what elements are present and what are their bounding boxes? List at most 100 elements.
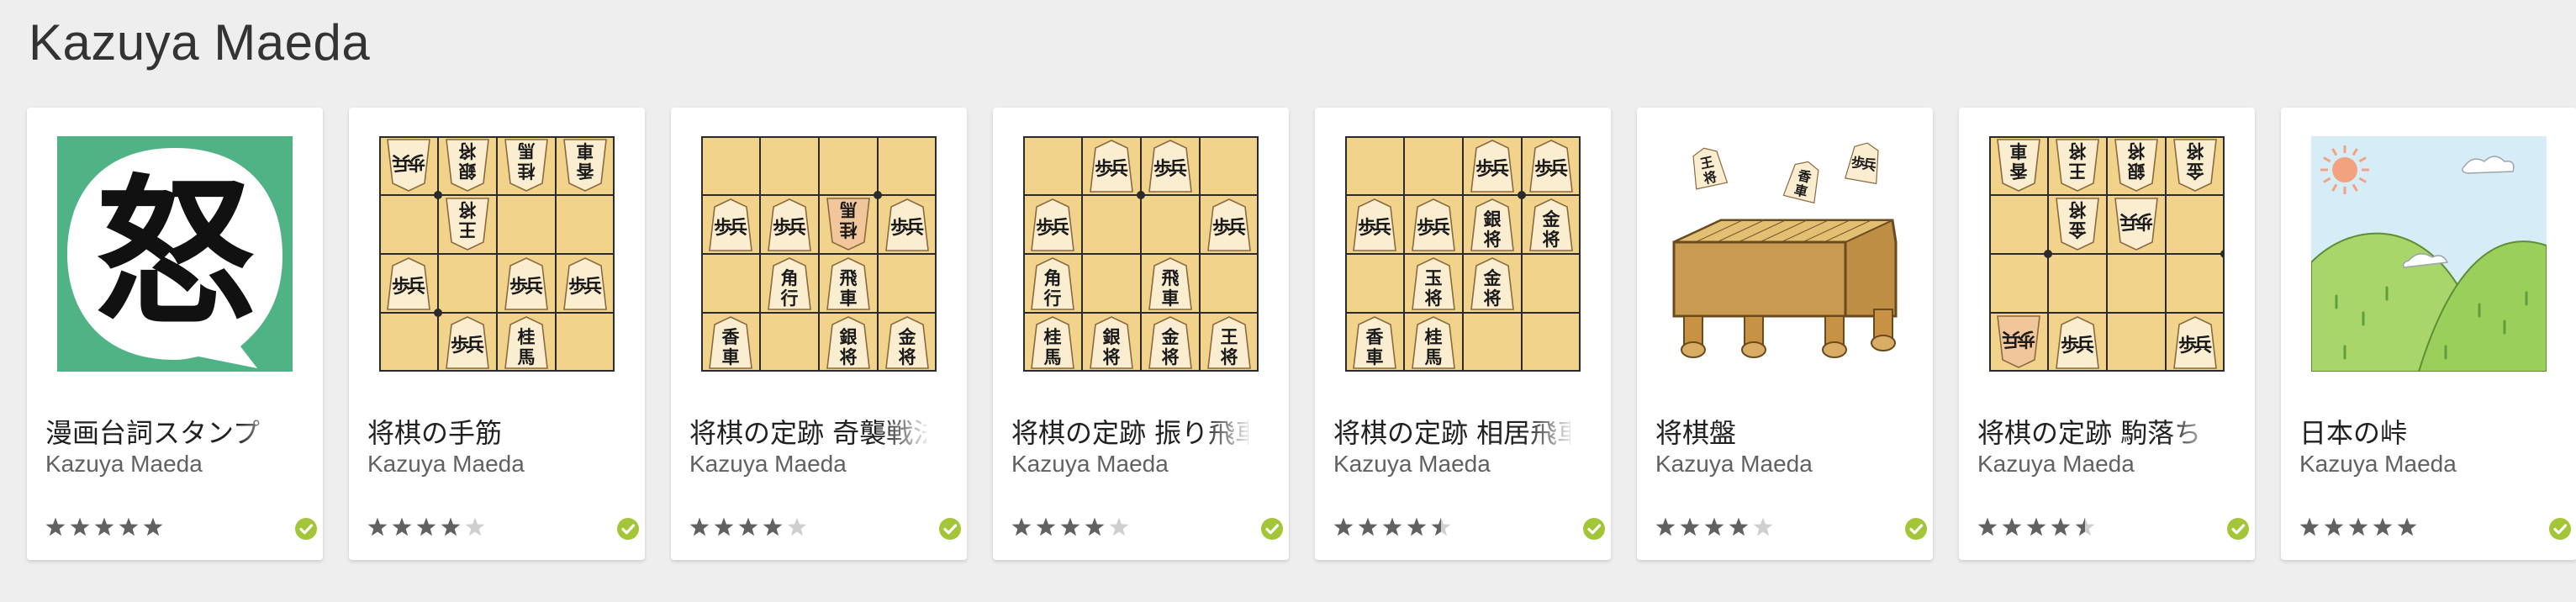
svg-text:歩兵: 歩兵 — [773, 218, 806, 239]
shogi-piece-icon: 歩兵 — [387, 139, 430, 192]
shogi-piece-icon: 飛車 — [826, 257, 870, 310]
shogi-board-icon[interactable]: 歩兵 歩兵歩兵 歩兵 銀将金将玉将金将香車桂馬 — [1345, 136, 1581, 372]
app-card[interactable]: 怒漫画台詞スタンプ Kazuya Maeda — [27, 108, 323, 560]
svg-text:香: 香 — [2009, 161, 2028, 181]
star-icon — [1060, 517, 1080, 536]
shogi-piece-icon: 金将 — [2173, 139, 2217, 192]
svg-text:将: 将 — [1425, 288, 1443, 309]
app-card[interactable]: 香車王将銀将金将金将歩兵 歩兵 歩兵 歩兵 将棋の定跡 駒落ち Kazuya Maeda — [1959, 108, 2255, 560]
svg-text:歩兵: 歩兵 — [714, 218, 747, 239]
star-icon — [2299, 517, 2320, 536]
title-fade — [559, 407, 626, 447]
svg-text:将: 将 — [1221, 347, 1238, 367]
developer-link[interactable]: Kazuya Maeda — [2299, 451, 2457, 478]
star-icon — [1109, 517, 1129, 536]
shogi-piece-icon: 歩兵 — [446, 316, 489, 369]
svg-text:将: 将 — [2128, 140, 2146, 161]
star-icon — [738, 517, 758, 536]
shogi-piece-icon: 歩兵 — [1207, 198, 1251, 251]
manga-speech-bubble-icon[interactable]: 怒 — [57, 136, 293, 372]
verified-check-icon — [1583, 518, 1605, 540]
svg-text:王: 王 — [2069, 161, 2087, 181]
svg-text:銀: 銀 — [1103, 327, 1121, 347]
developer-link[interactable]: Kazuya Maeda — [1011, 451, 1169, 478]
svg-text:将: 将 — [2187, 140, 2204, 161]
svg-text:馬: 馬 — [518, 347, 536, 367]
shogi-piece-icon: 歩兵 — [1412, 198, 1455, 251]
star-rating — [2299, 517, 2417, 541]
developer-link[interactable]: Kazuya Maeda — [1977, 451, 2135, 478]
svg-text:角: 角 — [781, 268, 799, 288]
shogi-board-icon[interactable]: 香車王将銀将金将金将歩兵歩兵 歩兵 歩兵 — [1989, 136, 2225, 372]
star-icon — [70, 517, 90, 536]
svg-text:馬: 馬 — [1044, 347, 1062, 367]
mountain-pass-icon[interactable] — [2311, 136, 2547, 372]
star-rating — [45, 517, 163, 541]
star-icon — [367, 517, 388, 536]
svg-text:将: 将 — [2069, 140, 2087, 161]
svg-text:車: 車 — [840, 288, 858, 309]
shogi-piece-icon: 金将 — [1148, 316, 1192, 369]
star-icon — [2051, 517, 2071, 536]
svg-text:将: 将 — [840, 347, 858, 367]
svg-text:将: 将 — [2069, 199, 2087, 219]
shogi-piece-icon: 角行 — [768, 257, 811, 310]
svg-text:桂: 桂 — [518, 161, 536, 181]
star-icon — [143, 517, 163, 536]
shogi-piece-icon: 歩兵 — [1353, 198, 1396, 251]
svg-text:金: 金 — [1542, 209, 1561, 230]
app-card[interactable]: 歩兵 歩兵桂馬歩兵角行飛車香車銀将金将将棋の定跡 奇襲戦法 Kazuya Maeda — [671, 108, 967, 560]
app-card[interactable]: 歩兵銀将桂馬香車王将歩兵 歩兵 歩兵 歩兵桂馬将棋の手筋 Kazuya Maeda — [349, 108, 645, 560]
shogi-board-icon[interactable]: 歩兵 銀将桂馬香車王将歩兵 歩兵 歩兵歩兵 桂馬 — [379, 136, 615, 372]
shogi-piece-icon: 歩兵 — [504, 257, 548, 310]
star-icon — [1729, 517, 1749, 536]
developer-link[interactable]: Kazuya Maeda — [689, 451, 847, 478]
app-card[interactable]: 王将香車歩兵 将棋盤 Kazuya Maeda — [1637, 108, 1933, 560]
shogi-piece-icon: 王将 — [1207, 316, 1251, 369]
svg-text:将: 将 — [1484, 230, 1502, 250]
svg-text:歩兵: 歩兵 — [1212, 218, 1246, 239]
star-rating — [1011, 517, 1129, 541]
shogi-piece-icon: 歩兵 — [768, 198, 811, 251]
star-icon — [1036, 517, 1056, 536]
shogi-board-icon[interactable]: 歩兵 歩兵歩兵 歩兵角行飛車桂馬銀将金将王将 — [1023, 136, 1259, 372]
svg-text:銀: 銀 — [1484, 209, 1502, 230]
svg-text:将: 将 — [1484, 288, 1502, 309]
shogi-piece-icon: 桂馬 — [504, 316, 548, 369]
star-icon — [1011, 517, 1032, 536]
svg-text:歩兵: 歩兵 — [1534, 159, 1568, 180]
app-card[interactable]: 日本の峠 Kazuya Maeda — [2281, 108, 2576, 560]
shogi-piece-icon: 桂馬 — [1412, 316, 1455, 369]
star-icon — [1977, 517, 1998, 536]
developer-link[interactable]: Kazuya Maeda — [1333, 451, 1491, 478]
title-fade — [2169, 407, 2236, 447]
shogi-piece-icon: 王将 — [2056, 139, 2099, 192]
page-title: Kazuya Maeda — [29, 14, 371, 71]
developer-link[interactable]: Kazuya Maeda — [45, 451, 203, 478]
svg-text:歩兵: 歩兵 — [1475, 159, 1509, 180]
svg-text:将: 将 — [459, 199, 477, 219]
title-fade — [1525, 407, 1592, 447]
shogi-piece-icon: 歩兵 — [2173, 316, 2217, 369]
svg-text:歩兵: 歩兵 — [2061, 335, 2094, 356]
shogi-piece-icon: 角行 — [1031, 257, 1074, 310]
app-card[interactable]: 歩兵 歩兵 歩兵 歩兵銀将金将玉将金将香車桂馬将棋の定跡 相居飛車 Kazuya Mae… — [1315, 108, 1611, 560]
shogi-piece-icon: 銀将 — [446, 139, 489, 192]
developer-link[interactable]: Kazuya Maeda — [1655, 451, 1813, 478]
svg-text:将: 将 — [1543, 230, 1560, 250]
shogi-table-icon[interactable]: 王将 香車歩兵 — [1667, 136, 1903, 372]
app-card[interactable]: 歩兵 歩兵 歩兵 歩兵角行飛車桂馬銀将金将王将将棋の定跡 振り飛車 Kazuya Mae… — [993, 108, 1289, 560]
svg-text:桂: 桂 — [1424, 327, 1443, 347]
svg-text:歩兵: 歩兵 — [1095, 159, 1128, 180]
svg-text:車: 車 — [2010, 140, 2028, 161]
shogi-board-icon[interactable]: 歩兵 歩兵 桂馬歩兵角行飛車香車銀将金将 — [701, 136, 937, 372]
verified-check-icon — [1905, 518, 1927, 540]
svg-text:歩兵: 歩兵 — [568, 277, 602, 298]
star-icon — [1704, 517, 1724, 536]
developer-link[interactable]: Kazuya Maeda — [367, 451, 525, 478]
svg-text:歩兵: 歩兵 — [1358, 218, 1391, 239]
svg-text:車: 車 — [1162, 288, 1180, 309]
shogi-piece-icon: 歩兵 — [1470, 140, 1514, 193]
svg-text:金: 金 — [898, 327, 917, 347]
star-icon — [1333, 517, 1354, 536]
